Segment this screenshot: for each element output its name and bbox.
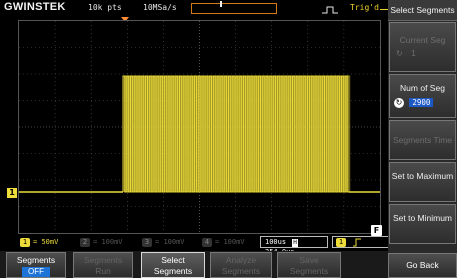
analyze-segments-button[interactable]: Analyze Segments [210, 252, 272, 278]
ch3-scale-status[interactable]: 3 = 100mV [142, 238, 185, 247]
rising-edge-icon [353, 238, 362, 246]
ch4-scale: 100mV [223, 238, 245, 246]
side-menu: Select Segments Current Seg ↻ 1 Num of S… [388, 0, 457, 278]
rising-edge-trigger-icon [322, 6, 338, 14]
segments-label: Segments [16, 255, 56, 265]
ch4-badge: 4 [202, 238, 212, 247]
horizontal-position-icon: H [292, 239, 298, 247]
f-badge: F [371, 225, 382, 236]
run-segments-label: Segments [83, 255, 123, 265]
current-seg-label: Current Seg [399, 35, 446, 45]
ch1-scale: 50mV [41, 238, 59, 246]
trigger-setting-status[interactable]: 1 [332, 236, 390, 248]
ch3-badge: 3 [142, 238, 152, 247]
trigger-indicator [380, 9, 388, 10]
save-segments-button[interactable]: Save Segments [277, 252, 341, 278]
go-back-label: Go Back [406, 260, 439, 270]
ch3-scale: 100mV [163, 238, 185, 246]
set-to-maximum-label: Set to Maximum [391, 171, 454, 181]
ch1-badge: 1 [20, 238, 30, 247]
trigger-source-badge: 1 [336, 238, 346, 247]
ch2-scale: 100mV [101, 238, 123, 246]
num-of-seg-label: Num of Seg [400, 83, 445, 93]
sample-rate: 10MSa/s [143, 3, 177, 12]
record-length: 10k pts [88, 3, 122, 12]
ch1-waveform-burst [122, 75, 352, 193]
channel-status-bar: 1 = 50mV 2 = 100mV 3 = 100mV 4 = 100mV 100us… [18, 236, 390, 256]
top-status-bar: GWINSTEK 10k pts 10MSa/s Trig'd [0, 0, 388, 18]
num-of-seg-button[interactable]: Num of Seg ↻ 2900 [389, 74, 456, 118]
set-to-maximum-button[interactable]: Set to Maximum [389, 162, 456, 202]
variable-knob-icon: ↻ [394, 98, 404, 108]
run-segments-sublabel: Run [95, 266, 111, 276]
select-segments-sublabel: Segments [153, 266, 193, 276]
burst-pulses-persistence [125, 75, 352, 193]
waveform-canvas [19, 21, 380, 233]
current-seg-button[interactable]: Current Seg ↻ 1 [389, 22, 456, 72]
go-back-button[interactable]: Go Back [388, 253, 457, 278]
timebase-status[interactable]: 100us H 254.0us [260, 236, 328, 256]
burst-pulses-persistence [123, 75, 351, 193]
ch2-scale-status[interactable]: 2 = 100mV [80, 238, 123, 247]
ch1-ground-marker[interactable]: 1 [7, 188, 17, 198]
side-menu-title: Select Segments [388, 0, 457, 21]
waveform-display[interactable] [18, 20, 381, 234]
trigger-status: Trig'd [350, 3, 379, 12]
analyze-segments-label: Analyze [225, 255, 257, 265]
brand-logo: GWINSTEK [4, 1, 66, 13]
segments-time-button[interactable]: Segments Time [389, 120, 456, 160]
set-to-minimum-button[interactable]: Set to Minimum [389, 204, 456, 244]
segments-state-badge: OFF [22, 267, 50, 277]
num-of-seg-value: 2900 [409, 98, 434, 107]
memory-position-marker [220, 1, 222, 7]
segments-toggle-button[interactable]: Segments OFF [6, 252, 66, 278]
ch1-scale-status[interactable]: 1 = 50mV [20, 238, 58, 247]
select-segments-button[interactable]: Select Segments [141, 252, 205, 278]
select-segments-label: Select [161, 255, 185, 265]
current-seg-value: 1 [411, 48, 416, 58]
bottom-menu: Segments OFF Segments Run Select Segment… [0, 251, 388, 278]
ch4-scale-status[interactable]: 4 = 100mV [202, 238, 245, 247]
variable-knob-icon: ↻ [396, 49, 403, 58]
memory-bar [191, 1, 277, 14]
timebase-value: 100us [265, 238, 287, 246]
run-segments-button[interactable]: Segments Run [73, 252, 133, 278]
save-segments-sublabel: Segments [289, 266, 329, 276]
analyze-segments-sublabel: Segments [221, 266, 261, 276]
ch2-badge: 2 [80, 238, 90, 247]
save-segments-label: Save [299, 255, 319, 265]
burst-pulses [122, 75, 349, 193]
segments-time-label: Segments Time [392, 135, 453, 145]
set-to-minimum-label: Set to Minimum [392, 213, 453, 223]
